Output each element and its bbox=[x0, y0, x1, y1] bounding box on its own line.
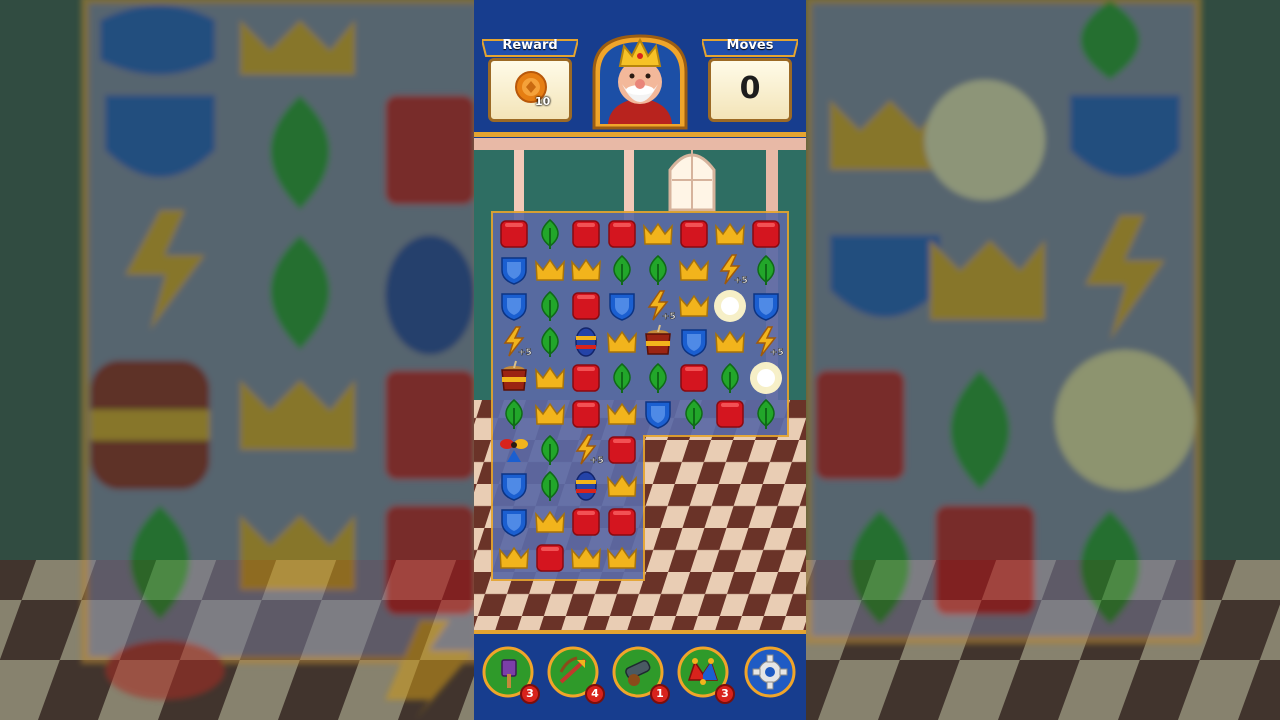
red-block[interactable] bbox=[608, 220, 636, 248]
booster-count: 4 bbox=[585, 684, 605, 704]
red-block[interactable] bbox=[572, 400, 600, 428]
booster-count: 1 bbox=[650, 684, 670, 704]
red-block[interactable] bbox=[752, 220, 780, 248]
red-block[interactable] bbox=[680, 220, 708, 248]
booster-count: 3 bbox=[520, 684, 540, 704]
sparkle-burst[interactable] bbox=[714, 290, 746, 322]
sparkle-burst[interactable] bbox=[750, 362, 782, 394]
striped-jewel[interactable] bbox=[575, 327, 597, 357]
blue-shield[interactable] bbox=[501, 509, 527, 537]
blue-shield[interactable] bbox=[501, 473, 527, 501]
lightning-bonus-label: +5 bbox=[590, 456, 604, 466]
red-block[interactable] bbox=[608, 508, 636, 536]
striped-jewel[interactable] bbox=[575, 471, 597, 501]
red-block[interactable] bbox=[572, 508, 600, 536]
booster-hammer[interactable]: 3 bbox=[482, 646, 540, 704]
blue-shield[interactable] bbox=[501, 293, 527, 321]
booster-jester-hat[interactable]: 3 bbox=[677, 646, 735, 704]
blue-shield[interactable] bbox=[501, 257, 527, 285]
red-block[interactable] bbox=[572, 220, 600, 248]
red-block[interactable] bbox=[536, 544, 564, 572]
game-board[interactable]: +5 +5 +5 +5 +5 bbox=[474, 0, 806, 640]
game-screen: Reward 10 Moves 0 +5 +5 +5 +5 +5 3 4 1 3 bbox=[474, 0, 806, 720]
blue-shield[interactable] bbox=[753, 293, 779, 321]
gear-icon bbox=[744, 646, 796, 698]
red-block[interactable] bbox=[680, 364, 708, 392]
red-block[interactable] bbox=[716, 400, 744, 428]
blue-shield[interactable] bbox=[681, 329, 707, 357]
red-block[interactable] bbox=[572, 292, 600, 320]
blue-shield[interactable] bbox=[609, 293, 635, 321]
red-block[interactable] bbox=[608, 436, 636, 464]
red-block[interactable] bbox=[572, 364, 600, 392]
blue-shield[interactable] bbox=[645, 401, 671, 429]
settings-button[interactable] bbox=[744, 646, 796, 698]
booster-cannon[interactable]: 1 bbox=[612, 646, 670, 704]
lightning-bonus-label: +5 bbox=[662, 312, 676, 322]
lightning-bonus-label: +5 bbox=[734, 276, 748, 286]
lightning-bonus-label: +5 bbox=[770, 348, 784, 358]
booster-arrow[interactable]: 4 bbox=[547, 646, 605, 704]
lightning-bonus-label: +5 bbox=[518, 348, 532, 358]
booster-count: 3 bbox=[715, 684, 735, 704]
red-block[interactable] bbox=[500, 220, 528, 248]
